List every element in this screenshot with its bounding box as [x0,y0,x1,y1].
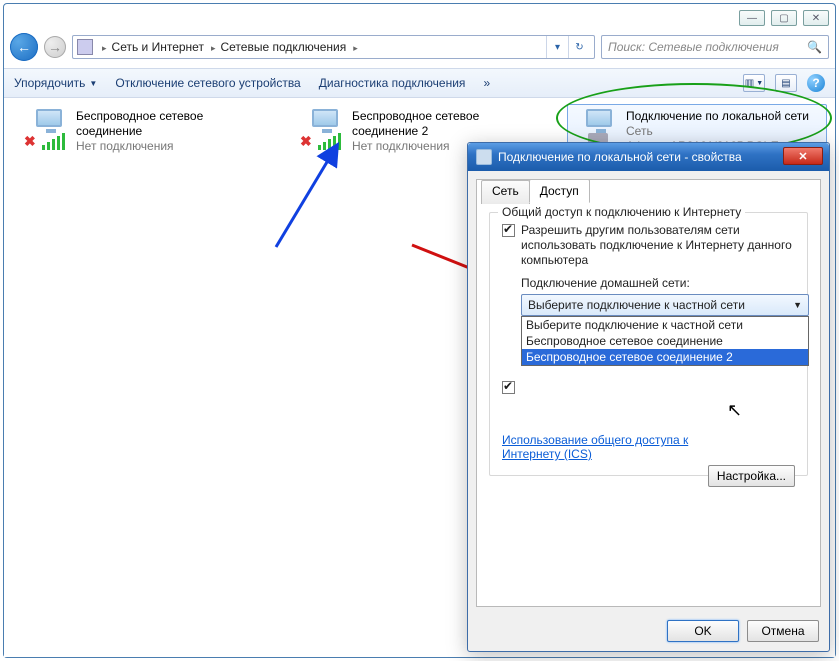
combo-list: Выберите подключение к частной сети Бесп… [521,316,809,366]
allow-control-checkbox[interactable] [502,381,515,394]
dialog-close-button[interactable]: ✕ [783,147,823,165]
search-input[interactable]: Поиск: Сетевые подключения 🔍 [601,35,829,59]
search-placeholder: Поиск: Сетевые подключения [608,40,779,54]
combo-option[interactable]: Беспроводное сетевое соединение 2 [522,349,808,365]
group-legend: Общий доступ к подключению к Интернету [498,205,745,219]
home-connection-label: Подключение домашней сети: [521,276,795,290]
allow-others-checkbox[interactable] [502,224,515,237]
disable-device-button[interactable]: Отключение сетевого устройства [115,76,300,90]
chevron-down-icon: ▼ [89,79,97,88]
tab-sharing[interactable]: Доступ [529,179,590,203]
chevron-right-icon[interactable] [206,40,219,54]
tab-strip: Сеть Доступ [481,179,589,203]
disable-label: Отключение сетевого устройства [115,76,300,90]
nav-back-icon[interactable]: ← [10,33,38,61]
home-connection-combo[interactable]: Выберите подключение к частной сети ▼ Вы… [521,294,809,316]
cancel-button[interactable]: Отмена [747,620,819,642]
connection-status: Нет подключения [76,139,267,154]
address-bar[interactable]: Сеть и Интернет Сетевые подключения ▾ ↻ [72,35,595,59]
organize-button[interactable]: Упорядочить ▼ [14,76,97,90]
connection-title: Подключение по локальной сети [626,109,820,124]
nic-icon [476,149,492,165]
refresh-icon[interactable]: ↻ [568,36,590,58]
address-dropdown-icon[interactable]: ▾ [546,36,568,58]
combo-value: Выберите подключение к частной сети [528,298,745,312]
chevron-right-double-icon: » [483,76,490,90]
control-panel-icon [77,39,93,55]
wireless-icon: ✖ [24,109,72,151]
help-icon[interactable]: ? [807,74,825,92]
ics-help-link[interactable]: Использование общего доступа к Интернету… [502,433,688,461]
search-icon: 🔍 [807,40,822,54]
allow-others-label: Разрешить другим пользователям сети испо… [521,223,795,268]
ics-link-block: Использование общего доступа к Интернету… [502,433,702,461]
properties-dialog: Подключение по локальной сети - свойства… [467,142,830,652]
dialog-footer: OK Отмена [468,611,829,651]
nav-row: ← → Сеть и Интернет Сетевые подключения … [10,32,829,62]
dialog-title: Подключение по локальной сети - свойства [498,150,742,164]
dialog-titlebar[interactable]: Подключение по локальной сети - свойства… [468,143,829,171]
combo-option[interactable]: Выберите подключение к частной сети [522,317,808,333]
connection-title: Беспроводное сетевое соединение [76,109,267,139]
ok-button[interactable]: OK [667,620,739,642]
view-mode-button[interactable]: ▥▼ [743,74,765,92]
toolbar-right: ▥▼ ▤ ? [743,74,825,92]
close-button[interactable]: ✕ [803,10,829,26]
allow-others-row: Разрешить другим пользователям сети испо… [502,223,795,268]
breadcrumb-seg[interactable]: Сеть и Интернет [110,40,206,54]
dialog-body: Сеть Доступ Общий доступ к подключению к… [476,179,821,607]
minimize-button[interactable]: — [739,10,765,26]
nav-forward-icon: → [44,36,66,58]
preview-pane-button[interactable]: ▤ [775,74,797,92]
chevron-down-icon: ▼ [793,300,802,310]
breadcrumb-seg[interactable]: Сетевые подключения [218,40,348,54]
diag-label: Диагностика подключения [319,76,466,90]
tab-panel-sharing: Общий доступ к подключению к Интернету Р… [477,202,820,606]
overflow-button[interactable]: » [483,76,490,90]
diagnose-button[interactable]: Диагностика подключения [319,76,466,90]
window-sysbtns: — ▢ ✕ [739,10,829,26]
organize-label: Упорядочить [14,76,85,90]
tab-network[interactable]: Сеть [481,180,530,204]
connection-item-wireless-1[interactable]: ✖ Беспроводное сетевое соединение Нет по… [18,105,273,157]
allow-ctrl-row: Разрешить другим пользователям сети упра… [502,380,795,425]
connection-text: Беспроводное сетевое соединение Нет подк… [76,109,267,154]
combo-option[interactable]: Беспроводное сетевое соединение [522,333,808,349]
connection-title: Беспроводное сетевое соединение 2 [352,109,543,139]
ics-group: Общий доступ к подключению к Интернету Р… [489,212,808,476]
command-bar: Упорядочить ▼ Отключение сетевого устрой… [4,68,835,98]
connection-status: Сеть [626,124,820,139]
chevron-right-icon[interactable] [97,40,110,54]
chevron-right-icon[interactable] [348,40,361,54]
maximize-button[interactable]: ▢ [771,10,797,26]
configure-button[interactable]: Настройка... [708,465,795,487]
wireless-icon: ✖ [300,109,348,151]
